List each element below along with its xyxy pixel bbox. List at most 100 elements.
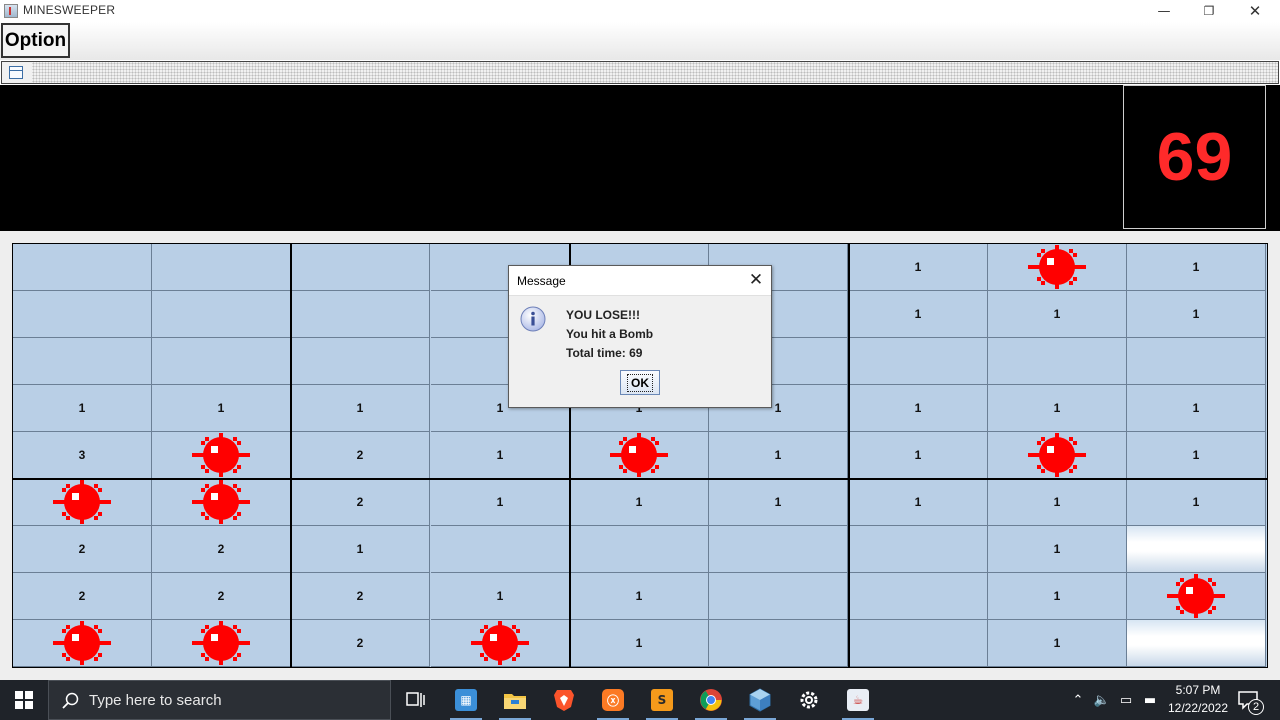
bomb-cell[interactable] — [13, 620, 152, 667]
empty-cell[interactable] — [13, 244, 152, 291]
battery-icon[interactable]: ▬ — [1140, 690, 1160, 710]
empty-cell[interactable] — [291, 338, 430, 385]
empty-cell[interactable] — [849, 573, 988, 620]
number-cell[interactable]: 1 — [988, 573, 1127, 620]
unrevealed-cell[interactable] — [1127, 620, 1266, 667]
cell-number: 1 — [635, 495, 643, 509]
java-icon[interactable]: ☕ — [834, 680, 882, 720]
empty-cell[interactable] — [13, 291, 152, 338]
minimize-button[interactable]: — — [1141, 0, 1187, 22]
network-icon[interactable]: ▭ — [1116, 690, 1136, 710]
empty-cell[interactable] — [152, 244, 291, 291]
task-view-icon[interactable] — [392, 680, 440, 720]
ok-button-label: OK — [627, 373, 653, 392]
empty-cell[interactable] — [152, 338, 291, 385]
number-cell[interactable]: 1 — [291, 385, 430, 432]
number-cell[interactable]: 1 — [152, 385, 291, 432]
maximize-button[interactable]: ❐ — [1186, 0, 1232, 22]
number-cell[interactable]: 2 — [291, 479, 430, 526]
empty-cell[interactable] — [849, 526, 988, 573]
number-cell[interactable]: 2 — [152, 526, 291, 573]
number-cell[interactable]: 1 — [1127, 244, 1266, 291]
sublime-text-icon[interactable]: S — [638, 680, 686, 720]
number-cell[interactable]: 2 — [13, 526, 152, 573]
number-cell[interactable]: 1 — [431, 432, 570, 479]
file-explorer-icon[interactable] — [491, 680, 539, 720]
cell-number: 1 — [496, 401, 504, 415]
number-cell[interactable]: 2 — [291, 432, 430, 479]
number-cell[interactable]: 3 — [13, 432, 152, 479]
number-cell[interactable]: 2 — [13, 573, 152, 620]
bomb-cell[interactable] — [13, 479, 152, 526]
number-cell[interactable]: 1 — [570, 573, 709, 620]
bomb-cell[interactable] — [431, 620, 570, 667]
number-cell[interactable]: 1 — [988, 385, 1127, 432]
empty-cell[interactable] — [291, 291, 430, 338]
number-cell[interactable]: 2 — [152, 573, 291, 620]
bomb-cell[interactable] — [570, 432, 709, 479]
chevron-up-icon[interactable]: ⌃ — [1068, 690, 1088, 710]
number-cell[interactable]: 1 — [988, 526, 1127, 573]
start-button[interactable] — [0, 680, 48, 720]
close-button[interactable]: ✕ — [1232, 0, 1278, 22]
number-cell[interactable]: 1 — [988, 291, 1127, 338]
xampp-icon[interactable]: ⓧ — [589, 680, 637, 720]
dialog-close-button[interactable]: ✕ — [745, 269, 767, 291]
clock-time[interactable]: 5:07 PM — [1166, 683, 1230, 697]
empty-cell[interactable] — [431, 526, 570, 573]
bomb-cell[interactable] — [152, 432, 291, 479]
number-cell[interactable]: 1 — [849, 244, 988, 291]
empty-cell[interactable] — [709, 526, 848, 573]
control-panel-icon[interactable]: ▦ — [442, 680, 490, 720]
number-cell[interactable]: 1 — [570, 620, 709, 667]
number-cell[interactable]: 1 — [1127, 432, 1266, 479]
empty-cell[interactable] — [291, 244, 430, 291]
empty-cell[interactable] — [849, 338, 988, 385]
empty-cell[interactable] — [988, 338, 1127, 385]
cell-number: 2 — [217, 589, 225, 603]
bomb-cell[interactable] — [1127, 573, 1266, 620]
empty-cell[interactable] — [709, 573, 848, 620]
cell-number: 1 — [1192, 401, 1200, 415]
search-icon — [62, 692, 79, 709]
number-cell[interactable]: 1 — [709, 479, 848, 526]
number-cell[interactable]: 1 — [1127, 291, 1266, 338]
number-cell[interactable]: 1 — [431, 573, 570, 620]
bomb-cell[interactable] — [988, 432, 1127, 479]
empty-cell[interactable] — [1127, 338, 1266, 385]
option-menu[interactable]: Option — [1, 23, 70, 58]
number-cell[interactable]: 1 — [431, 479, 570, 526]
netbeans-icon[interactable] — [736, 680, 784, 720]
number-cell[interactable]: 1 — [13, 385, 152, 432]
ok-button[interactable]: OK — [620, 370, 660, 395]
bomb-cell[interactable] — [988, 244, 1127, 291]
empty-cell[interactable] — [570, 526, 709, 573]
number-cell[interactable]: 1 — [1127, 385, 1266, 432]
taskbar-search-box[interactable]: Type here to search — [48, 680, 391, 720]
brave-icon[interactable] — [540, 680, 588, 720]
clock-date[interactable]: 12/22/2022 — [1163, 701, 1233, 715]
number-cell[interactable]: 1 — [988, 479, 1127, 526]
bomb-cell[interactable] — [152, 620, 291, 667]
unrevealed-cell[interactable] — [1127, 526, 1266, 573]
empty-cell[interactable] — [709, 620, 848, 667]
number-cell[interactable]: 1 — [849, 291, 988, 338]
empty-cell[interactable] — [849, 620, 988, 667]
number-cell[interactable]: 1 — [849, 385, 988, 432]
empty-cell[interactable] — [13, 338, 152, 385]
volume-icon[interactable]: 🔈 — [1092, 690, 1112, 710]
number-cell[interactable]: 1 — [849, 432, 988, 479]
number-cell[interactable]: 1 — [291, 526, 430, 573]
number-cell[interactable]: 1 — [570, 479, 709, 526]
number-cell[interactable]: 1 — [1127, 479, 1266, 526]
number-cell[interactable]: 1 — [709, 432, 848, 479]
number-cell[interactable]: 2 — [291, 573, 430, 620]
bomb-cell[interactable] — [152, 479, 291, 526]
number-cell[interactable]: 2 — [291, 620, 430, 667]
settings-icon[interactable] — [785, 680, 833, 720]
window-icon[interactable] — [9, 66, 23, 79]
number-cell[interactable]: 1 — [988, 620, 1127, 667]
empty-cell[interactable] — [152, 291, 291, 338]
number-cell[interactable]: 1 — [849, 479, 988, 526]
chrome-icon[interactable] — [687, 680, 735, 720]
